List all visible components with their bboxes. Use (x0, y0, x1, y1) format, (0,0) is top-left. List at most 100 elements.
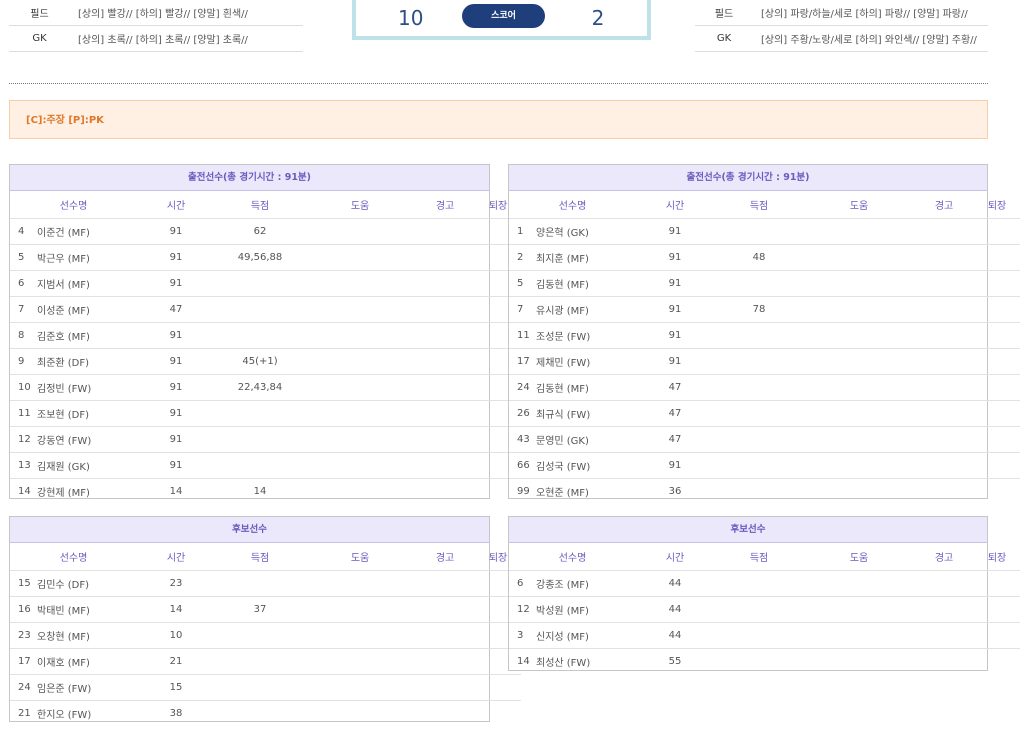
player-number: 9 (10, 348, 37, 375)
player-number: 4 (10, 218, 37, 245)
player-row: 14 최성산 (FW) 55 (509, 649, 1020, 675)
player-assists (804, 622, 915, 649)
col-time-header: 시간 (137, 191, 216, 219)
player-time: 91 (636, 452, 715, 479)
player-number: 7 (509, 296, 536, 323)
player-warnings (914, 400, 975, 427)
player-row: 26 최규식 (FW) 47 (509, 400, 1021, 427)
player-name: 신지성 (MF) (536, 622, 637, 649)
player-goals: 37 (215, 596, 306, 623)
home-subs-table: 후보선수 선수명 시간 득점 도움 경고 퇴장 15 김민수 (DF) 23 16 박태빈 (MF)… (9, 516, 522, 722)
player-goals (215, 648, 306, 675)
player-warnings (914, 479, 974, 505)
player-name: 임은준 (FW) (37, 674, 138, 701)
player-name: 오현준 (MF) (536, 488, 589, 499)
player-warnings (415, 570, 476, 597)
player-sendoff (974, 596, 1021, 623)
player-number: 8 (10, 322, 37, 349)
player-warnings (914, 452, 975, 479)
player-time: 91 (137, 452, 216, 479)
player-warnings (415, 374, 476, 401)
player-number: 17 (509, 348, 536, 375)
col-name-header: 선수명 (509, 543, 637, 571)
col-sendoff-header: 퇴장 (974, 543, 1021, 571)
player-warnings (415, 348, 476, 375)
player-name: 박근우 (MF) (37, 244, 138, 271)
player-time: 14 (169, 486, 183, 497)
player-sendoff (974, 218, 1021, 245)
player-warnings (415, 674, 476, 701)
player-name: 강동연 (FW) (37, 426, 138, 453)
player-goals (215, 674, 306, 701)
player-number: 17 (10, 648, 37, 675)
player-sendoff (974, 479, 1020, 505)
player-assists (305, 322, 416, 349)
col-warnings-header: 경고 (914, 191, 975, 219)
player-time: 44 (636, 596, 715, 623)
player-assists (305, 674, 416, 701)
player-goals (714, 400, 805, 427)
away-lineup-table: 출전선수(총 경기시간 : 91분) 선수명 시간 득점 도움 경고 퇴장 1 양은혁 (GK… (508, 164, 1021, 499)
player-name: 지범서 (MF) (37, 270, 138, 297)
player-number: 21 (18, 708, 31, 719)
player-warnings (415, 648, 476, 675)
player-name: 이성준 (MF) (37, 296, 138, 323)
player-assists (305, 596, 416, 623)
player-assists (804, 322, 915, 349)
uniform-value: [상의] 빨강// [하의] 빨강// [양말] 흰색// (70, 0, 303, 26)
player-goals (714, 649, 804, 675)
player-assists (804, 270, 915, 297)
player-number: 23 (10, 622, 37, 649)
home-uniform-gk-row: GK [상의] 초록// [하의] 초록// [양말] 초록// (9, 25, 303, 52)
player-warnings (914, 218, 975, 245)
player-name: 김동현 (MF) (536, 270, 637, 297)
player-row: 13 김재원 (GK) 91 (10, 452, 522, 479)
uniform-label: 필드 (9, 0, 70, 26)
col-time-header: 시간 (137, 543, 216, 571)
player-sendoff (974, 622, 1021, 649)
player-time: 44 (636, 622, 715, 649)
player-row: 3 신지성 (MF) 44 (509, 622, 1021, 649)
player-goals (714, 218, 805, 245)
player-warnings (914, 596, 975, 623)
uniform-label: GK (9, 25, 70, 52)
player-sendoff (974, 649, 1020, 675)
player-sendoff (974, 400, 1021, 427)
player-goals (215, 622, 306, 649)
player-time: 91 (137, 374, 216, 401)
player-assists (305, 622, 416, 649)
player-row: 23 오창현 (MF) 10 (10, 622, 522, 649)
player-warnings (914, 649, 974, 675)
player-number: 6 (10, 270, 37, 297)
player-time: 55 (668, 656, 682, 667)
player-warnings (415, 270, 476, 297)
player-row: 12 박성원 (MF) 44 (509, 596, 1021, 623)
player-sendoff (974, 426, 1021, 453)
uniform-value: [상의] 파랑/하늘/세로 [하의] 파랑// [양말] 파랑// (753, 0, 988, 26)
player-number: 24 (10, 674, 37, 701)
col-goals-header: 득점 (714, 543, 805, 571)
player-row: 5 김동현 (MF) 91 (509, 270, 1021, 297)
player-goals (714, 374, 805, 401)
player-assists (305, 479, 415, 505)
player-row: 15 김민수 (DF) 23 (10, 570, 522, 597)
player-warnings (415, 596, 476, 623)
player-name: 이재호 (MF) (37, 648, 138, 675)
col-assists-header: 도움 (804, 543, 915, 571)
player-assists (305, 244, 416, 271)
player-number: 7 (10, 296, 37, 323)
player-name: 강종조 (MF) (536, 570, 637, 597)
player-warnings (415, 452, 476, 479)
away-subs-table: 후보선수 선수명 시간 득점 도움 경고 퇴장 6 강종조 (MF) 44 12 박성원 (MF) 4… (508, 516, 1021, 671)
player-name: 문영민 (GK) (536, 426, 637, 453)
player-number: 99 (517, 486, 530, 497)
player-time: 91 (137, 400, 216, 427)
player-row: 9 최준환 (DF) 91 45(+1) (10, 348, 522, 375)
player-goals: 49,56,88 (215, 244, 306, 271)
col-warnings-header: 경고 (415, 191, 476, 219)
player-name: 조보현 (DF) (37, 400, 138, 427)
player-goals: 45(+1) (215, 348, 306, 375)
player-time: 91 (137, 426, 216, 453)
player-name: 한지오 (FW) (37, 710, 92, 721)
player-time: 91 (137, 270, 216, 297)
